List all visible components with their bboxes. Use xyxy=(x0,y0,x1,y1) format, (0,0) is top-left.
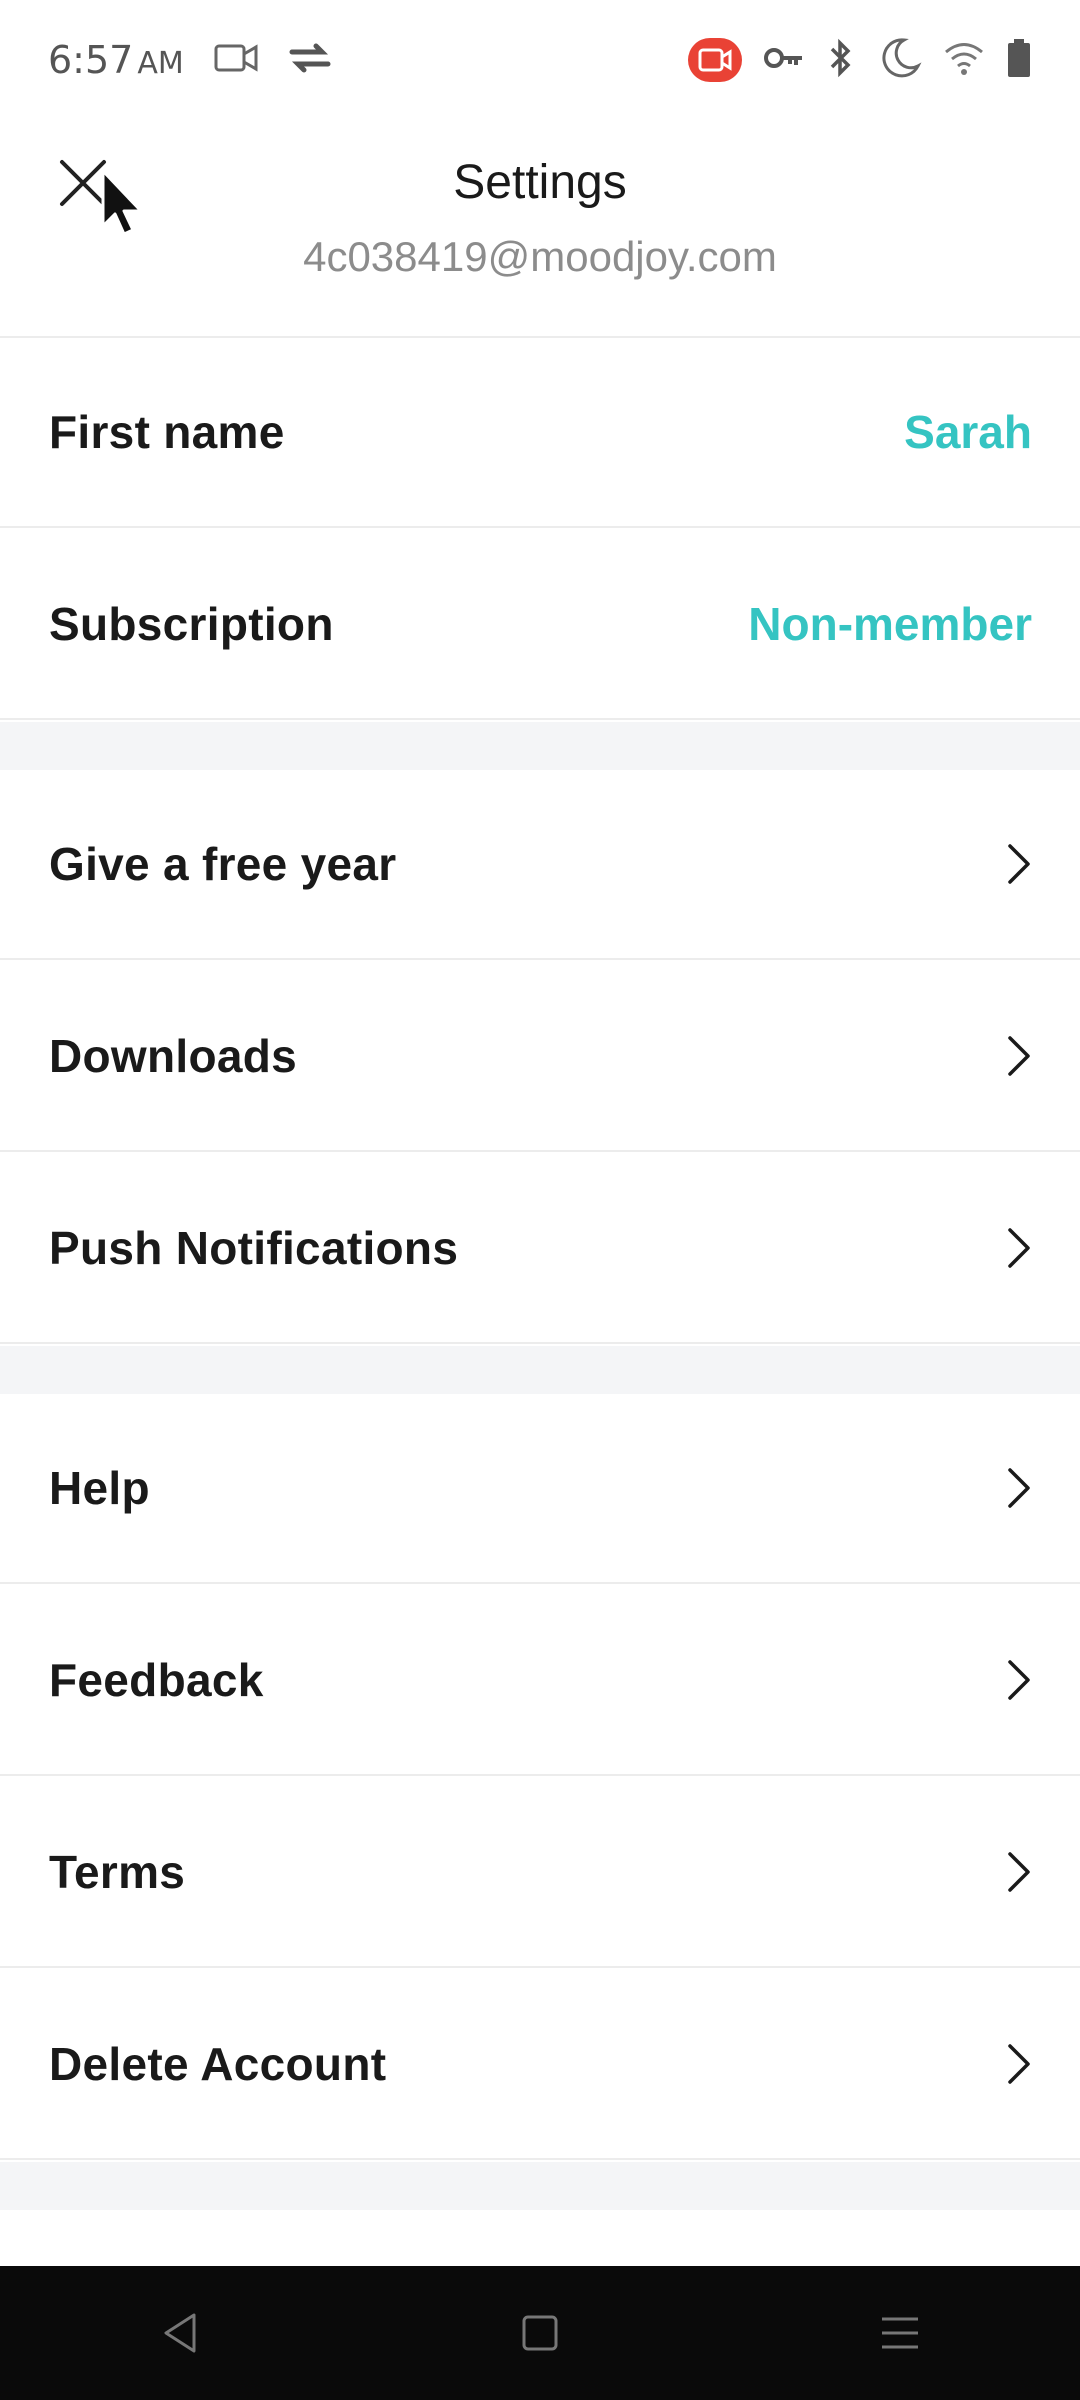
recents-button[interactable] xyxy=(840,2273,960,2393)
status-bar: 6:57 AM xyxy=(0,0,1080,120)
do-not-disturb-moon-icon xyxy=(878,36,922,84)
sync-icon xyxy=(288,40,332,80)
chevron-right-icon xyxy=(1008,844,1030,884)
system-navigation-bar xyxy=(0,2266,1080,2400)
settings-header: Settings 4c038419@moodjoy.com xyxy=(0,120,1080,338)
give-free-year-row[interactable]: Give a free year xyxy=(0,770,1080,960)
section-gap xyxy=(0,2162,1080,2210)
chevron-right-icon xyxy=(1008,1660,1030,1700)
terms-label: Terms xyxy=(49,1846,186,1898)
bluetooth-icon xyxy=(826,38,856,82)
section-gap xyxy=(0,1346,1080,1394)
home-button[interactable] xyxy=(480,2273,600,2393)
downloads-label: Downloads xyxy=(49,1030,298,1082)
push-notifications-label: Push Notifications xyxy=(49,1222,459,1274)
back-button[interactable] xyxy=(120,2273,240,2393)
wifi-icon xyxy=(944,41,984,79)
screen-record-icon xyxy=(688,38,742,82)
battery-icon xyxy=(1006,38,1032,82)
subscription-value: Non-member xyxy=(748,598,1032,650)
delete-account-row[interactable]: Delete Account xyxy=(0,1970,1080,2160)
first-name-row[interactable]: First name Sarah xyxy=(0,338,1080,528)
first-name-value: Sarah xyxy=(904,406,1032,458)
first-name-label: First name xyxy=(49,406,285,458)
help-label: Help xyxy=(49,1462,150,1514)
home-icon xyxy=(522,2315,558,2351)
status-right xyxy=(688,36,1032,84)
give-free-year-label: Give a free year xyxy=(49,838,397,890)
chevron-right-icon xyxy=(1008,2044,1030,2084)
account-email: 4c038419@moodjoy.com xyxy=(303,233,777,280)
feedback-row[interactable]: Feedback xyxy=(0,1586,1080,1776)
chevron-right-icon xyxy=(1008,1852,1030,1892)
status-time-value: 6:57 xyxy=(48,38,134,82)
status-ampm: AM xyxy=(137,46,184,81)
chevron-right-icon xyxy=(1008,1468,1030,1508)
terms-row[interactable]: Terms xyxy=(0,1778,1080,1968)
downloads-row[interactable]: Downloads xyxy=(0,962,1080,1152)
subscription-label: Subscription xyxy=(49,598,334,650)
section-gap xyxy=(0,722,1080,770)
back-icon xyxy=(164,2313,196,2353)
page-title: Settings xyxy=(453,156,627,209)
vpn-key-icon xyxy=(764,45,804,75)
video-camera-icon xyxy=(214,42,258,78)
subscription-row[interactable]: Subscription Non-member xyxy=(0,530,1080,720)
push-notifications-row[interactable]: Push Notifications xyxy=(0,1154,1080,1344)
status-left: 6:57 AM xyxy=(48,38,332,82)
feedback-label: Feedback xyxy=(49,1654,264,1706)
chevron-right-icon xyxy=(1008,1228,1030,1268)
recents-icon xyxy=(882,2317,918,2349)
delete-account-label: Delete Account xyxy=(49,2038,387,2090)
help-row[interactable]: Help xyxy=(0,1394,1080,1584)
chevron-right-icon xyxy=(1008,1036,1030,1076)
status-time: 6:57 AM xyxy=(48,38,184,82)
